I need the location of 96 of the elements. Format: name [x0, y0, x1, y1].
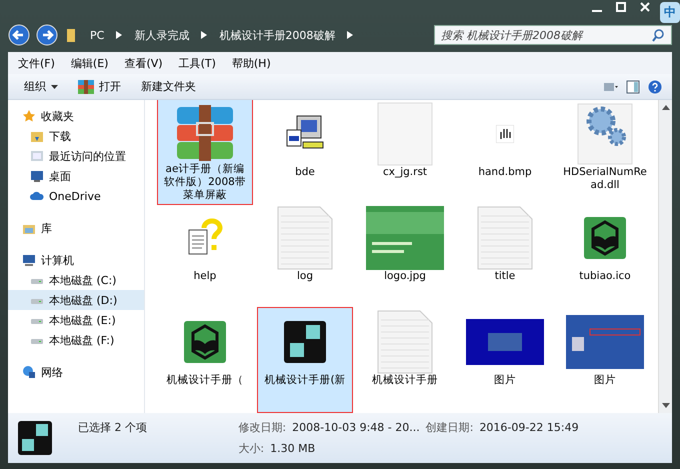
sidebar-item[interactable]: 下载 — [8, 126, 144, 146]
archive-icon — [175, 104, 235, 160]
created-date: 2016-09-22 15:49 — [479, 421, 579, 434]
file-name: bde — [295, 166, 315, 179]
hand-cursor-icon — [496, 125, 514, 143]
sidebar-item[interactable]: 本地磁盘 (F:) — [8, 330, 144, 350]
file-tile[interactable]: cx_jg.rst — [358, 100, 452, 204]
file-tile[interactable]: 机械设计手册 — [358, 308, 452, 412]
breadcrumb[interactable]: PC — [84, 28, 110, 42]
file-tile[interactable]: 机械设计手册(新 — [258, 308, 352, 412]
new-folder-button[interactable]: 新建文件夹 — [135, 77, 202, 96]
back-icon[interactable] — [8, 24, 30, 46]
created-label: 创建日期: — [426, 420, 474, 435]
cloud-icon — [30, 189, 44, 203]
search-icon — [651, 28, 665, 42]
file-tile[interactable]: 图片 — [458, 308, 552, 412]
breadcrumb[interactable]: 新人录完成 — [128, 28, 196, 42]
sidebar-item[interactable]: 收藏夹 — [8, 106, 144, 126]
text-file-icon — [277, 206, 333, 270]
file-name: ae计手册（新编软件版）2008带菜单屏蔽 — [163, 163, 247, 202]
file-tile[interactable]: bde — [258, 100, 352, 204]
forward-icon[interactable] — [36, 24, 58, 46]
scroll-down-icon — [662, 403, 670, 409]
modified-date: 2008-10-03 9:48 - 20... — [292, 421, 420, 434]
file-tile[interactable]: tubiao.ico — [558, 204, 652, 308]
chevron-icon — [116, 31, 122, 39]
file-name: logo.jpg — [384, 270, 426, 283]
size-value: 1.30 MB — [270, 442, 316, 455]
scroll-up-icon — [662, 104, 670, 110]
file-tile[interactable]: help — [158, 204, 252, 308]
file-name: tubiao.ico — [579, 270, 631, 283]
folder-icon — [64, 28, 78, 42]
file-name: 机械设计手册（ — [166, 374, 244, 387]
file-name: 图片 — [594, 374, 616, 387]
tiles-app-icon — [18, 421, 52, 455]
sidebar-item[interactable]: 桌面 — [8, 166, 144, 186]
recent-icon — [30, 149, 44, 163]
text-file-icon — [477, 206, 533, 270]
star-icon — [22, 109, 36, 123]
search-field[interactable]: 搜索 机械设计手册2008破解 — [434, 25, 672, 45]
size-label: 大小: — [238, 441, 264, 456]
folder-icon — [30, 129, 44, 143]
sidebar-item[interactable]: 本地磁盘 (D:) — [8, 290, 144, 310]
chevron-icon — [201, 31, 208, 39]
caret-icon — [51, 84, 58, 88]
sidebar-item[interactable]: OneDrive — [8, 186, 144, 206]
sidebar-item[interactable]: 最近访问的位置 — [8, 146, 144, 166]
file-tile[interactable]: ae计手册（新编软件版）2008带菜单屏蔽 — [158, 100, 252, 204]
file-name: help — [194, 270, 216, 283]
desktop-icon — [30, 169, 44, 183]
file-name: cx_jg.rst — [382, 166, 428, 179]
sidebar-item[interactable]: 计算机 — [8, 250, 144, 270]
preview-pane-icon[interactable] — [626, 80, 640, 94]
computer-icon — [22, 253, 36, 267]
scrollbar[interactable] — [658, 100, 672, 413]
breadcrumb[interactable]: 机械设计手册2008破解 — [213, 28, 342, 42]
close-icon — [640, 2, 650, 12]
menu-item[interactable]: 查看(V) — [118, 56, 169, 70]
help-icon[interactable] — [648, 80, 662, 94]
menu-item[interactable]: 文件(F) — [12, 56, 61, 70]
file-name: 图片 — [494, 374, 516, 387]
text-file-icon — [377, 310, 433, 374]
selection-count: 已选择 2 个项 — [78, 420, 148, 435]
open-button[interactable]: 打开 — [72, 77, 127, 96]
maximize-icon — [616, 2, 626, 12]
file-tile[interactable]: hand.bmp — [458, 100, 552, 204]
file-tile[interactable]: HDSerialNumRead.dll — [558, 100, 652, 204]
file-tile[interactable]: 机械设计手册（ — [158, 308, 252, 412]
minimize-icon — [592, 10, 602, 12]
modified-label: 修改日期: — [238, 420, 286, 435]
file-name: 机械设计手册 — [372, 374, 438, 387]
open-book-icon — [184, 321, 226, 363]
file-tile[interactable]: log — [258, 204, 352, 308]
sidebar-item[interactable]: 库 — [8, 218, 144, 238]
network-icon — [22, 365, 36, 379]
sidebar-item[interactable]: 网络 — [8, 362, 144, 382]
file-name: HDSerialNumRead.dll — [562, 166, 648, 192]
file-tile[interactable]: title — [458, 204, 552, 308]
archive-icon — [78, 80, 94, 94]
tiles-app-icon — [284, 321, 326, 363]
menu-item[interactable]: 编辑(E) — [64, 56, 114, 70]
file-tile[interactable]: 图片 — [558, 308, 652, 412]
file-tile[interactable]: logo.jpg — [358, 204, 452, 308]
sidebar-item[interactable]: 本地磁盘 (C:) — [8, 270, 144, 290]
open-book-icon — [584, 217, 626, 259]
file-name: hand.bmp — [478, 166, 532, 179]
gear-file-icon — [577, 103, 633, 165]
ime-badge[interactable]: 中 — [660, 2, 680, 23]
chevron-icon — [347, 31, 354, 39]
sidebar-item[interactable]: 本地磁盘 (E:) — [8, 310, 144, 330]
menu-item[interactable]: 工具(T) — [172, 56, 222, 70]
menu-item[interactable]: 帮助(H) — [226, 56, 277, 70]
file-name: 机械设计手册(新 — [264, 374, 346, 387]
file-name: log — [296, 270, 313, 283]
organize-button[interactable]: 组织 — [18, 77, 64, 96]
file-name: title — [494, 270, 516, 283]
